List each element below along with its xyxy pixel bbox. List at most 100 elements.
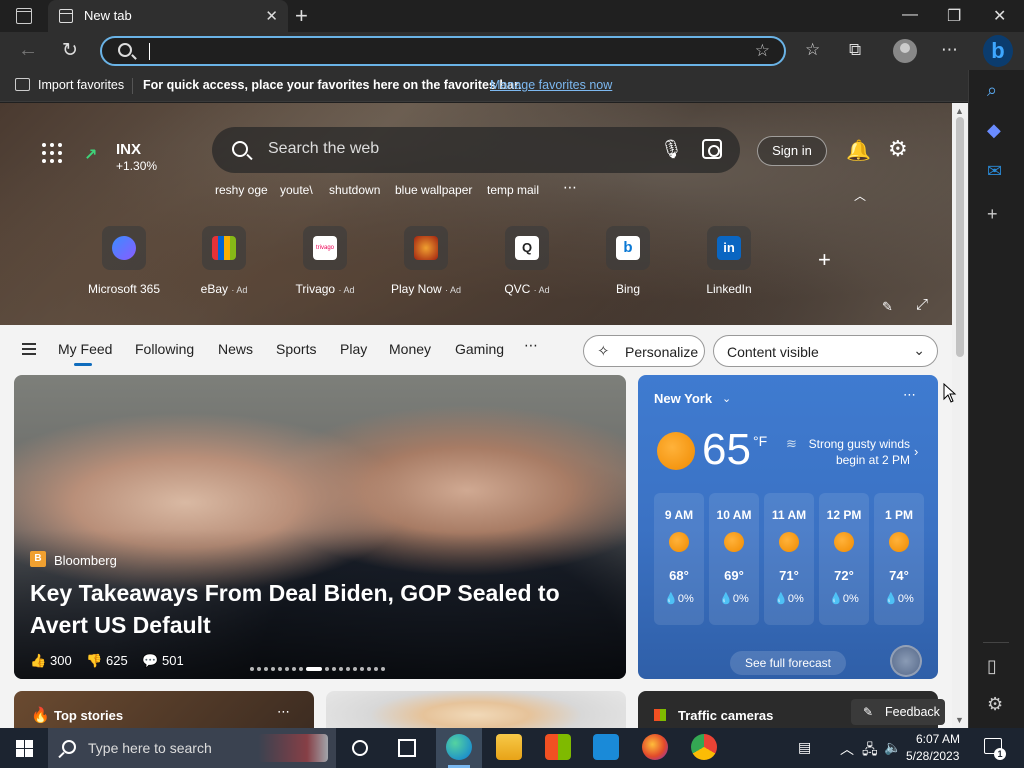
hourly-item[interactable]: 12 PM 72° 💧0% xyxy=(819,493,869,625)
add-quick-link-icon[interactable]: + xyxy=(818,247,831,273)
microsoft-store-icon[interactable] xyxy=(545,734,571,760)
bing-chat-icon[interactable]: b xyxy=(983,35,1013,67)
expand-icon[interactable]: ⤢ xyxy=(916,296,928,313)
profile-avatar[interactable] xyxy=(893,39,917,63)
weather-map-thumbnail[interactable] xyxy=(890,645,922,677)
new-tab-button[interactable]: + xyxy=(295,3,308,29)
carousel-pagination[interactable] xyxy=(250,660,388,671)
edit-background-icon[interactable]: ✎ xyxy=(882,299,893,315)
personalize-button[interactable]: ✧ Personalize xyxy=(583,335,705,367)
restore-icon[interactable]: ❐ xyxy=(947,6,961,26)
firefox-icon[interactable] xyxy=(642,734,668,760)
refresh-icon[interactable]: ↻ xyxy=(62,39,78,62)
temperature-unit[interactable]: °F xyxy=(753,433,767,449)
trending-search[interactable]: reshy oge xyxy=(215,183,268,197)
app-launcher-icon[interactable] xyxy=(42,143,62,163)
weather-card[interactable]: New York ⌄ ⋯ 65 °F ≋ Strong gusty winds … xyxy=(638,375,938,679)
page-settings-icon[interactable]: ⚙ xyxy=(888,136,908,162)
trending-search[interactable]: shutdown xyxy=(329,183,380,197)
network-icon[interactable]: 🖧 xyxy=(862,739,878,763)
more-options-icon[interactable]: ⋯ xyxy=(941,40,958,60)
trending-search[interactable]: blue wallpaper xyxy=(395,183,472,197)
hourly-item[interactable]: 10 AM 69° 💧0% xyxy=(709,493,759,625)
notifications-bell-icon[interactable]: 🔔 xyxy=(846,138,871,163)
quick-link-ebay[interactable]: eBay · Ad xyxy=(184,226,264,296)
tab-play[interactable]: Play xyxy=(340,341,367,357)
sign-in-button[interactable]: Sign in xyxy=(757,136,827,166)
ticker-name[interactable]: INX xyxy=(116,141,141,158)
clock-time[interactable]: 6:07 AM xyxy=(916,732,960,746)
sidebar-add-icon[interactable]: + xyxy=(987,204,998,225)
scroll-up-icon[interactable]: ▲ xyxy=(955,106,964,116)
tab-money[interactable]: Money xyxy=(389,341,431,357)
sidebar-search-icon[interactable]: ⌕ xyxy=(987,80,997,101)
more-trending-icon[interactable]: ⋯ xyxy=(563,179,577,196)
file-explorer-icon[interactable] xyxy=(496,734,522,760)
volume-icon[interactable]: 🔈 xyxy=(884,739,901,756)
hide-sidebar-icon[interactable]: ▯ xyxy=(987,656,997,677)
tab-my-feed[interactable]: My Feed xyxy=(58,341,112,357)
visual-search-icon[interactable] xyxy=(702,139,722,159)
taskbar-search-box[interactable]: Type here to search xyxy=(48,728,336,768)
chevron-right-icon[interactable]: › xyxy=(914,444,918,459)
web-search-box[interactable]: Search the web 🎙 xyxy=(212,127,740,173)
favorites-icon[interactable]: ☆ xyxy=(805,40,820,60)
tab-news[interactable]: News xyxy=(218,341,253,357)
sidebar-copilot-icon[interactable]: ◆ xyxy=(987,120,1001,141)
see-full-forecast-button[interactable]: See full forecast xyxy=(730,651,846,675)
comment-icon[interactable]: 💬 xyxy=(142,653,158,669)
hourly-item[interactable]: 9 AM 68° 💧0% xyxy=(654,493,704,625)
quick-link-linkedin[interactable]: in LinkedIn xyxy=(689,226,769,296)
mail-icon[interactable] xyxy=(593,734,619,760)
cortana-icon[interactable] xyxy=(352,740,368,756)
feedback-button[interactable]: ✎ Feedback xyxy=(851,699,945,725)
like-icon[interactable]: 👍 xyxy=(30,653,46,669)
chevron-down-icon[interactable]: ⌄ xyxy=(722,392,731,405)
collections-icon[interactable]: ⧉ xyxy=(849,40,861,60)
story-headline[interactable]: Key Takeaways From Deal Biden, GOP Seale… xyxy=(30,577,590,641)
weather-city[interactable]: New York xyxy=(654,391,712,406)
tab-new-tab[interactable]: New tab ✕ xyxy=(48,0,288,32)
trending-search[interactable]: youte\ xyxy=(280,183,313,197)
close-window-icon[interactable]: ✕ xyxy=(993,6,1006,26)
weather-alert[interactable]: Strong gusty winds begin at 2 PM xyxy=(788,436,910,468)
quick-link-qvc[interactable]: Q QVC · Ad xyxy=(487,226,567,296)
quick-link-microsoft-365[interactable]: Microsoft 365 xyxy=(84,226,164,296)
address-bar[interactable]: ☆ xyxy=(100,36,786,66)
quick-link-bing[interactable]: b Bing xyxy=(588,226,668,296)
news-widget-icon[interactable]: ▤ xyxy=(798,739,811,756)
chrome-icon[interactable] xyxy=(691,734,717,760)
task-view-icon[interactable] xyxy=(398,739,416,757)
story-image-card[interactable] xyxy=(326,691,626,728)
tab-sports[interactable]: Sports xyxy=(276,341,316,357)
content-visibility-select[interactable]: Content visible ⌄ xyxy=(713,335,938,367)
manage-favorites-link[interactable]: Manage favorites now xyxy=(490,78,612,92)
hero-story-card[interactable]: B Bloomberg Key Takeaways From Deal Bide… xyxy=(14,375,626,679)
close-tab-icon[interactable]: ✕ xyxy=(265,7,278,25)
top-stories-card[interactable]: 🔥 Top stories ⋯ xyxy=(14,691,314,728)
sidebar-outlook-icon[interactable]: ✉ xyxy=(987,161,1002,182)
hourly-item[interactable]: 1 PM 74° 💧0% xyxy=(874,493,924,625)
scroll-thumb[interactable] xyxy=(956,117,964,357)
sidebar-settings-icon[interactable]: ⚙ xyxy=(987,694,1003,715)
tab-following[interactable]: Following xyxy=(135,341,194,357)
page-scrollbar[interactable]: ▲ ▼ xyxy=(952,103,968,728)
hourly-item[interactable]: 11 AM 71° 💧0% xyxy=(764,493,814,625)
add-favorite-icon[interactable]: ☆ xyxy=(755,41,770,61)
tab-gaming[interactable]: Gaming xyxy=(455,341,504,357)
windows-start-icon[interactable] xyxy=(16,740,33,757)
quick-link-play-now[interactable]: Play Now · Ad xyxy=(386,226,466,296)
more-options-icon[interactable]: ⋯ xyxy=(277,704,290,720)
dislike-icon[interactable]: 👎 xyxy=(86,653,102,669)
more-tabs-icon[interactable]: ⋯ xyxy=(524,337,538,354)
microphone-icon[interactable]: 🎙 xyxy=(660,139,683,160)
more-options-icon[interactable]: ⋯ xyxy=(903,387,916,403)
trending-search[interactable]: temp mail xyxy=(487,183,539,197)
hamburger-menu-icon[interactable] xyxy=(22,343,36,358)
tab-actions-icon[interactable] xyxy=(16,8,32,24)
quick-link-trivago[interactable]: trivago Trivago · Ad xyxy=(285,226,365,296)
collapse-chevron-icon[interactable]: ︿ xyxy=(854,187,866,204)
minimize-icon[interactable]: — xyxy=(902,6,918,24)
back-arrow-icon[interactable]: ← xyxy=(18,39,38,62)
import-favorites-button[interactable]: Import favorites xyxy=(38,78,124,92)
